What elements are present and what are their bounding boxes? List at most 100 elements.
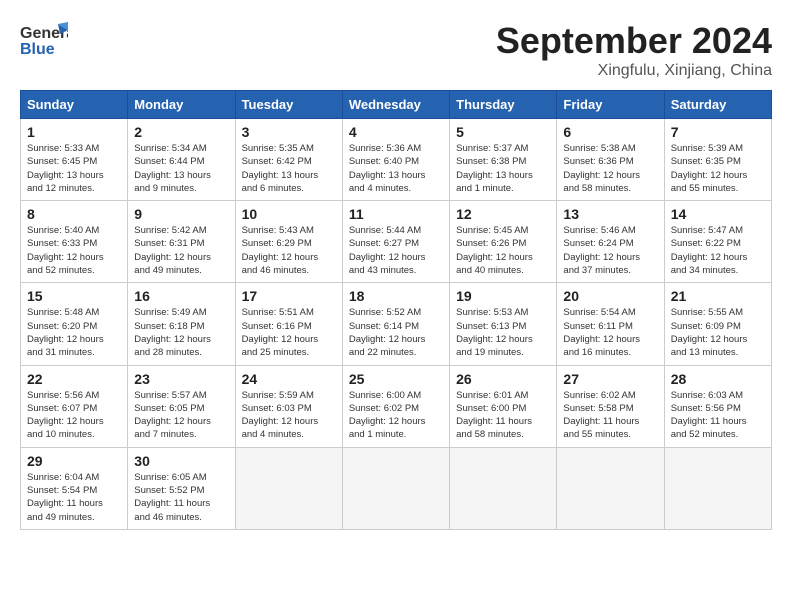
weekday-thursday: Thursday — [450, 91, 557, 119]
day-info: Sunrise: 5:46 AM Sunset: 6:24 PM Dayligh… — [563, 224, 657, 277]
calendar-cell: 16 Sunrise: 5:49 AM Sunset: 6:18 PM Dayli… — [128, 283, 235, 365]
calendar-cell — [664, 447, 771, 529]
calendar-cell: 1 Sunrise: 5:33 AM Sunset: 6:45 PM Daylig… — [21, 119, 128, 201]
day-info: Sunrise: 5:44 AM Sunset: 6:27 PM Dayligh… — [349, 224, 443, 277]
day-number: 15 — [27, 288, 121, 304]
day-info: Sunrise: 5:36 AM Sunset: 6:40 PM Dayligh… — [349, 142, 443, 195]
day-number: 23 — [134, 371, 228, 387]
day-number: 26 — [456, 371, 550, 387]
calendar-week-5: 29 Sunrise: 6:04 AM Sunset: 5:54 PM Dayli… — [21, 447, 772, 529]
day-number: 3 — [242, 124, 336, 140]
day-info: Sunrise: 5:53 AM Sunset: 6:13 PM Dayligh… — [456, 306, 550, 359]
day-number: 20 — [563, 288, 657, 304]
calendar-cell: 29 Sunrise: 6:04 AM Sunset: 5:54 PM Dayli… — [21, 447, 128, 529]
calendar-cell — [342, 447, 449, 529]
day-number: 29 — [27, 453, 121, 469]
day-info: Sunrise: 5:59 AM Sunset: 6:03 PM Dayligh… — [242, 389, 336, 442]
location-title: Xingfulu, Xinjiang, China — [496, 62, 772, 80]
day-info: Sunrise: 6:05 AM Sunset: 5:52 PM Dayligh… — [134, 471, 228, 524]
calendar-cell: 3 Sunrise: 5:35 AM Sunset: 6:42 PM Daylig… — [235, 119, 342, 201]
calendar-cell: 2 Sunrise: 5:34 AM Sunset: 6:44 PM Daylig… — [128, 119, 235, 201]
day-info: Sunrise: 5:39 AM Sunset: 6:35 PM Dayligh… — [671, 142, 765, 195]
calendar-cell: 12 Sunrise: 5:45 AM Sunset: 6:26 PM Dayli… — [450, 201, 557, 283]
day-number: 16 — [134, 288, 228, 304]
day-number: 30 — [134, 453, 228, 469]
calendar-cell: 21Sunrise: 5:55 AM Sunset: 6:09 PM Dayli… — [664, 283, 771, 365]
calendar-week-1: 1 Sunrise: 5:33 AM Sunset: 6:45 PM Daylig… — [21, 119, 772, 201]
calendar-week-2: 8 Sunrise: 5:40 AM Sunset: 6:33 PM Daylig… — [21, 201, 772, 283]
day-number: 24 — [242, 371, 336, 387]
page-header: General Blue September 2024 Xingfulu, Xi… — [20, 20, 772, 80]
day-info: Sunrise: 5:47 AM Sunset: 6:22 PM Dayligh… — [671, 224, 765, 277]
weekday-monday: Monday — [128, 91, 235, 119]
calendar-cell: 4 Sunrise: 5:36 AM Sunset: 6:40 PM Daylig… — [342, 119, 449, 201]
logo: General Blue — [20, 20, 68, 58]
day-info: Sunrise: 5:56 AM Sunset: 6:07 PM Dayligh… — [27, 389, 121, 442]
day-info: Sunrise: 5:49 AM Sunset: 6:18 PM Dayligh… — [134, 306, 228, 359]
day-number: 19 — [456, 288, 550, 304]
day-info: Sunrise: 5:34 AM Sunset: 6:44 PM Dayligh… — [134, 142, 228, 195]
day-info: Sunrise: 5:37 AM Sunset: 6:38 PM Dayligh… — [456, 142, 550, 195]
weekday-saturday: Saturday — [664, 91, 771, 119]
weekday-header-row: SundayMondayTuesdayWednesdayThursdayFrid… — [21, 91, 772, 119]
day-info: Sunrise: 5:45 AM Sunset: 6:26 PM Dayligh… — [456, 224, 550, 277]
day-info: Sunrise: 5:33 AM Sunset: 6:45 PM Dayligh… — [27, 142, 121, 195]
day-number: 17 — [242, 288, 336, 304]
calendar-cell — [235, 447, 342, 529]
day-number: 28 — [671, 371, 765, 387]
day-info: Sunrise: 5:35 AM Sunset: 6:42 PM Dayligh… — [242, 142, 336, 195]
day-number: 10 — [242, 206, 336, 222]
day-number: 8 — [27, 206, 121, 222]
day-info: Sunrise: 5:51 AM Sunset: 6:16 PM Dayligh… — [242, 306, 336, 359]
calendar-cell: 22 Sunrise: 5:56 AM Sunset: 6:07 PM Dayli… — [21, 365, 128, 447]
calendar-cell: 15Sunrise: 5:48 AM Sunset: 6:20 PM Dayli… — [21, 283, 128, 365]
calendar-cell: 14 Sunrise: 5:47 AM Sunset: 6:22 PM Dayli… — [664, 201, 771, 283]
calendar-cell: 20 Sunrise: 5:54 AM Sunset: 6:11 PM Dayli… — [557, 283, 664, 365]
day-info: Sunrise: 5:43 AM Sunset: 6:29 PM Dayligh… — [242, 224, 336, 277]
calendar-week-4: 22 Sunrise: 5:56 AM Sunset: 6:07 PM Dayli… — [21, 365, 772, 447]
day-number: 2 — [134, 124, 228, 140]
calendar-cell: 26 Sunrise: 6:01 AM Sunset: 6:00 PM Dayli… — [450, 365, 557, 447]
calendar-cell — [557, 447, 664, 529]
day-info: Sunrise: 5:40 AM Sunset: 6:33 PM Dayligh… — [27, 224, 121, 277]
calendar-cell: 17 Sunrise: 5:51 AM Sunset: 6:16 PM Dayli… — [235, 283, 342, 365]
day-info: Sunrise: 5:54 AM Sunset: 6:11 PM Dayligh… — [563, 306, 657, 359]
month-title: September 2024 — [496, 20, 772, 62]
day-number: 22 — [27, 371, 121, 387]
day-number: 21 — [671, 288, 765, 304]
day-number: 9 — [134, 206, 228, 222]
calendar-cell: 11Sunrise: 5:44 AM Sunset: 6:27 PM Dayli… — [342, 201, 449, 283]
day-number: 1 — [27, 124, 121, 140]
calendar-cell: 30 Sunrise: 6:05 AM Sunset: 5:52 PM Dayli… — [128, 447, 235, 529]
calendar-cell: 18 Sunrise: 5:52 AM Sunset: 6:14 PM Dayli… — [342, 283, 449, 365]
day-number: 18 — [349, 288, 443, 304]
day-info: Sunrise: 6:04 AM Sunset: 5:54 PM Dayligh… — [27, 471, 121, 524]
weekday-sunday: Sunday — [21, 91, 128, 119]
day-info: Sunrise: 5:57 AM Sunset: 6:05 PM Dayligh… — [134, 389, 228, 442]
day-number: 27 — [563, 371, 657, 387]
calendar-cell: 23 Sunrise: 5:57 AM Sunset: 6:05 PM Dayli… — [128, 365, 235, 447]
day-info: Sunrise: 6:01 AM Sunset: 6:00 PM Dayligh… — [456, 389, 550, 442]
day-info: Sunrise: 6:00 AM Sunset: 6:02 PM Dayligh… — [349, 389, 443, 442]
calendar-cell: 6 Sunrise: 5:38 AM Sunset: 6:36 PM Daylig… — [557, 119, 664, 201]
day-info: Sunrise: 5:38 AM Sunset: 6:36 PM Dayligh… — [563, 142, 657, 195]
day-number: 4 — [349, 124, 443, 140]
day-number: 25 — [349, 371, 443, 387]
day-info: Sunrise: 6:02 AM Sunset: 5:58 PM Dayligh… — [563, 389, 657, 442]
day-number: 5 — [456, 124, 550, 140]
calendar-cell: 10 Sunrise: 5:43 AM Sunset: 6:29 PM Dayli… — [235, 201, 342, 283]
calendar-cell: 8 Sunrise: 5:40 AM Sunset: 6:33 PM Daylig… — [21, 201, 128, 283]
calendar-week-3: 15Sunrise: 5:48 AM Sunset: 6:20 PM Dayli… — [21, 283, 772, 365]
calendar-cell: 24 Sunrise: 5:59 AM Sunset: 6:03 PM Dayli… — [235, 365, 342, 447]
day-number: 14 — [671, 206, 765, 222]
svg-text:Blue: Blue — [20, 41, 55, 58]
calendar-cell: 9 Sunrise: 5:42 AM Sunset: 6:31 PM Daylig… — [128, 201, 235, 283]
calendar-cell: 27 Sunrise: 6:02 AM Sunset: 5:58 PM Dayli… — [557, 365, 664, 447]
day-number: 12 — [456, 206, 550, 222]
calendar-cell: 28Sunrise: 6:03 AM Sunset: 5:56 PM Dayli… — [664, 365, 771, 447]
calendar-cell — [450, 447, 557, 529]
day-info: Sunrise: 5:42 AM Sunset: 6:31 PM Dayligh… — [134, 224, 228, 277]
day-number: 6 — [563, 124, 657, 140]
day-info: Sunrise: 5:52 AM Sunset: 6:14 PM Dayligh… — [349, 306, 443, 359]
weekday-wednesday: Wednesday — [342, 91, 449, 119]
